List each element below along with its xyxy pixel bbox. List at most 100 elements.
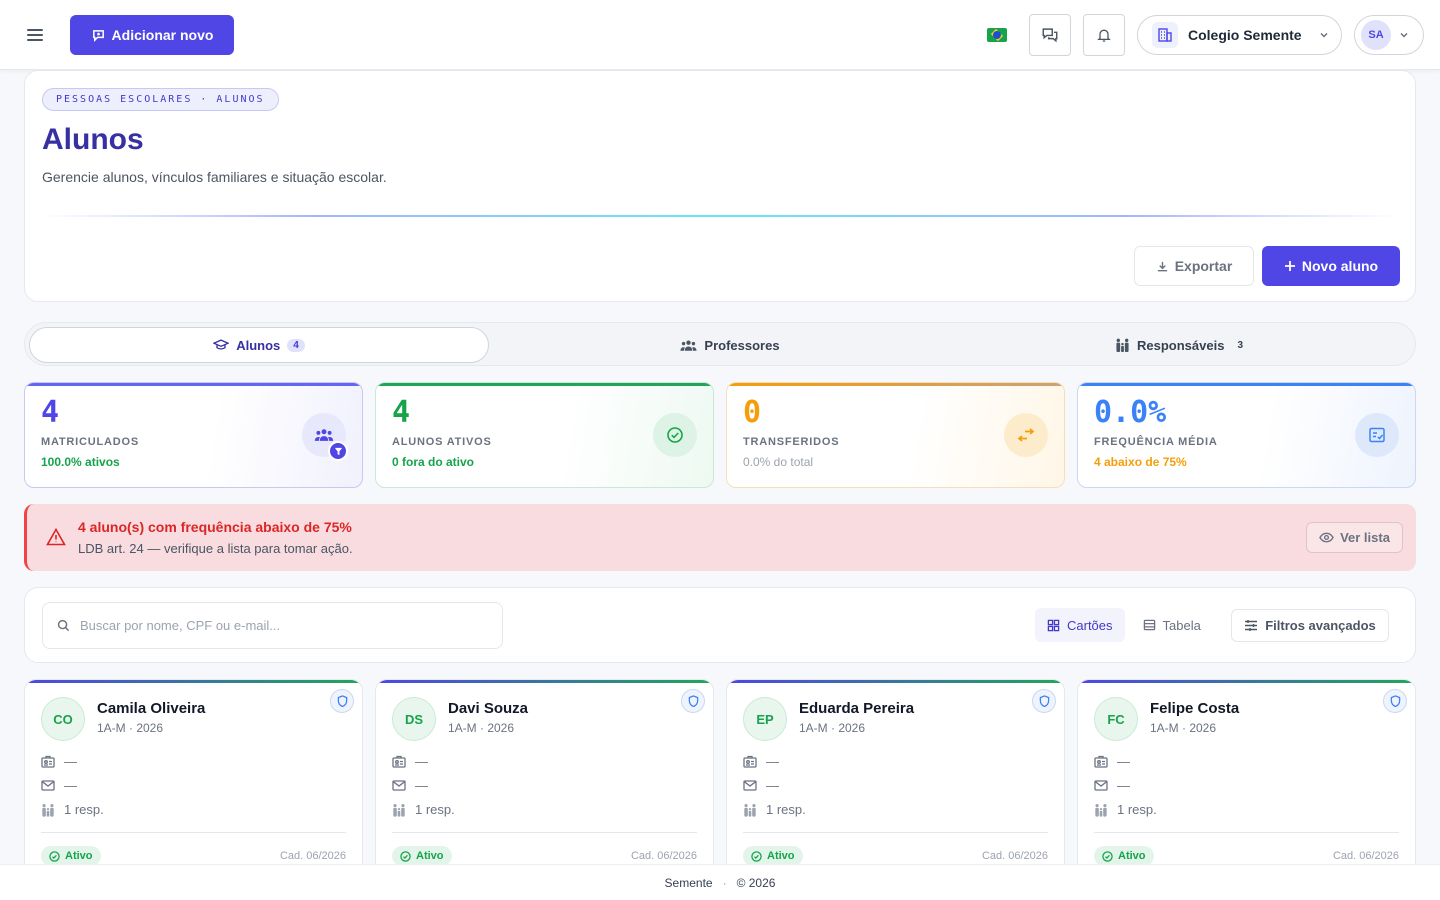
view-list-button[interactable]: Ver lista [1306, 522, 1403, 553]
school-selector[interactable]: Colegio Semente [1137, 15, 1342, 55]
student-name: Davi Souza [448, 700, 529, 717]
email-row: — [743, 778, 779, 793]
student-card[interactable]: FC Felipe Costa 1A-M · 2026 — — 1 resp. … [1077, 679, 1416, 879]
menu-icon[interactable] [27, 27, 47, 43]
footer-separator: · [722, 875, 727, 890]
stat-card-transferred[interactable]: 0 TRANSFERIDOS 0.0% do total [726, 382, 1065, 488]
check-circle-icon [1102, 850, 1113, 862]
stat-label: ALUNOS ATIVOS [392, 436, 492, 448]
user-menu[interactable]: SA [1354, 15, 1424, 55]
shield-icon[interactable] [330, 689, 354, 713]
tab-bar: Alunos 4 Professores Responsáveis 3 [24, 322, 1416, 366]
guardians-count: 1 resp. [64, 802, 104, 817]
messages-button[interactable] [1029, 14, 1071, 56]
stat-label: FREQUÊNCIA MÉDIA [1094, 436, 1218, 448]
student-class: 1A-M · 2026 [448, 721, 515, 735]
status-label: Ativo [65, 850, 93, 862]
tab-professores[interactable]: Professores [500, 327, 960, 363]
add-new-button[interactable]: Adicionar novo [70, 15, 234, 55]
student-card[interactable]: CO Camila Oliveira 1A-M · 2026 — — 1 res… [24, 679, 363, 879]
eye-icon [1319, 532, 1334, 543]
guardians-count: 1 resp. [1117, 802, 1157, 817]
footer-copyright: © 2026 [736, 875, 776, 890]
users-icon [680, 339, 697, 351]
stat-value: 4 [41, 395, 60, 430]
footer: Semente · © 2026 [0, 864, 1440, 900]
footer-brand: Semente [664, 875, 713, 890]
student-email-value: — [766, 778, 779, 793]
registration-date: Cad. 06/2026 [1332, 850, 1399, 862]
mail-icon [1094, 780, 1108, 791]
divider [392, 832, 697, 833]
top-bar: Adicionar novo Colegio Semente SA [0, 0, 1440, 70]
email-row: — [392, 778, 428, 793]
language-flag-icon[interactable] [987, 28, 1007, 42]
id-row: — [1094, 754, 1130, 769]
export-button[interactable]: Exportar [1134, 246, 1254, 286]
student-card[interactable]: DS Davi Souza 1A-M · 2026 — — 1 resp. At… [375, 679, 714, 879]
check-circle-icon [751, 850, 762, 862]
divider [1094, 832, 1399, 833]
view-cards-button[interactable]: Cartões [1035, 608, 1125, 642]
shield-icon[interactable] [1032, 689, 1056, 713]
family-icon [1116, 338, 1129, 352]
building-icon [1152, 22, 1178, 48]
transfer-arrows-icon [1004, 413, 1048, 457]
divider [743, 832, 1048, 833]
tab-alunos[interactable]: Alunos 4 [29, 327, 489, 363]
avatar: DS [392, 697, 436, 741]
student-id-value: — [1117, 754, 1130, 769]
search-input[interactable] [80, 618, 480, 633]
email-row: — [1094, 778, 1130, 793]
avatar: CO [41, 697, 85, 741]
family-icon [42, 803, 54, 817]
add-new-label: Adicionar novo [111, 27, 214, 43]
stat-value: 0 [743, 395, 762, 430]
filter-icon[interactable] [328, 441, 348, 461]
search-box[interactable] [42, 602, 503, 649]
id-card-icon [392, 755, 406, 768]
status-badge: Ativo [41, 846, 101, 866]
tab-label: Responsáveis [1137, 337, 1225, 353]
id-row: — [41, 754, 77, 769]
attendance-alert: 4 aluno(s) com frequência abaixo de 75% … [24, 504, 1416, 571]
new-student-button[interactable]: Novo aluno [1262, 246, 1400, 286]
status-label: Ativo [767, 850, 795, 862]
view-table-button[interactable]: Tabela [1131, 608, 1213, 642]
registration-date: Cad. 06/2026 [630, 850, 697, 862]
stat-card-attendance[interactable]: 0.0% FREQUÊNCIA MÉDIA 4 abaixo de 75% [1077, 382, 1416, 488]
guardians-count: 1 resp. [415, 802, 455, 817]
divider [42, 215, 1398, 217]
school-name: Colegio Semente [1188, 27, 1302, 43]
status-badge: Ativo [1094, 846, 1154, 866]
stat-card-enrolled[interactable]: 4 MATRICULADOS 100.0% ativos [24, 382, 363, 488]
warning-icon [46, 528, 66, 546]
email-row: — [41, 778, 77, 793]
guardians-row: 1 resp. [1094, 802, 1157, 817]
id-card-icon [41, 755, 55, 768]
tab-responsaveis[interactable]: Responsáveis 3 [952, 327, 1412, 363]
tab-count-badge: 4 [287, 338, 305, 352]
avatar: EP [743, 697, 787, 741]
student-card[interactable]: EP Eduarda Pereira 1A-M · 2026 — — 1 res… [726, 679, 1065, 879]
stat-value: 0.0% [1094, 395, 1167, 430]
divider [41, 832, 346, 833]
family-icon [744, 803, 756, 817]
shield-icon[interactable] [1383, 689, 1407, 713]
page-header-card: PESSOAS ESCOLARES · ALUNOS Alunos Gerenc… [24, 70, 1416, 302]
notifications-button[interactable] [1083, 14, 1125, 56]
search-icon [57, 619, 70, 632]
student-name: Felipe Costa [1150, 700, 1240, 717]
mail-icon [743, 780, 757, 791]
student-id-value: — [64, 754, 77, 769]
advanced-filters-button[interactable]: Filtros avançados [1231, 609, 1389, 642]
page-title: Alunos [42, 123, 144, 156]
status-label: Ativo [1118, 850, 1146, 862]
registration-date: Cad. 06/2026 [981, 850, 1048, 862]
id-card-icon [743, 755, 757, 768]
table-icon [1143, 619, 1155, 631]
stat-card-active[interactable]: 4 ALUNOS ATIVOS 0 fora do ativo [375, 382, 714, 488]
shield-icon[interactable] [681, 689, 705, 713]
status-label: Ativo [416, 850, 444, 862]
student-email-value: — [1117, 778, 1130, 793]
